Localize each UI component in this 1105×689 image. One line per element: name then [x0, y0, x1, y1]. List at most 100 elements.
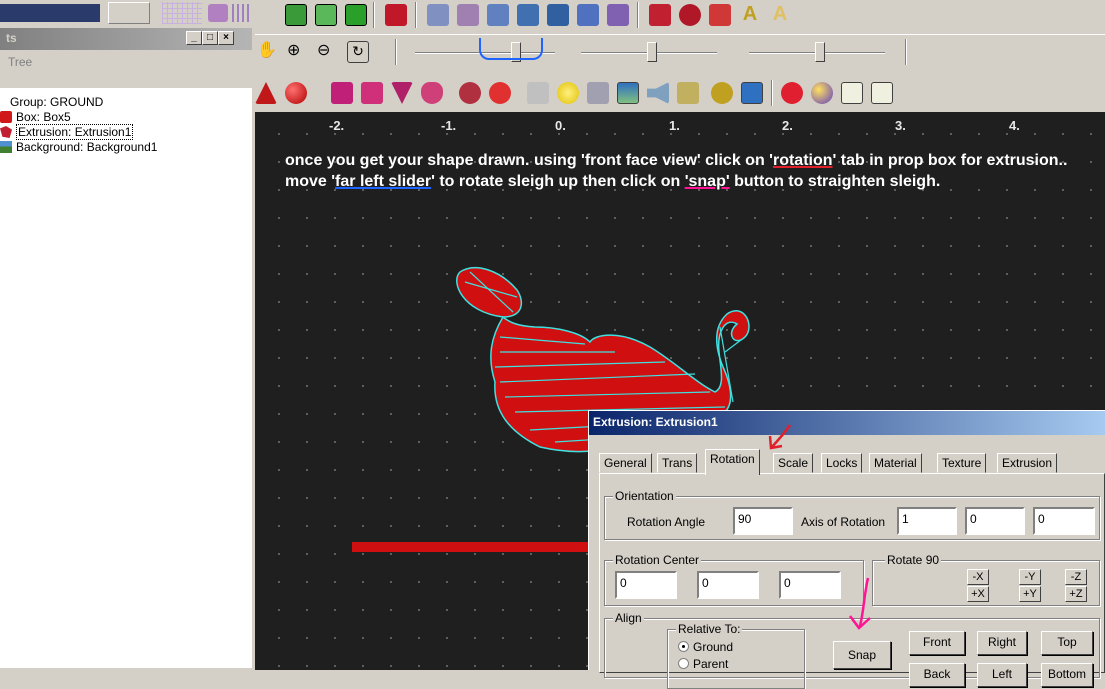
zoom-out-icon[interactable]: ⊖ — [317, 41, 339, 63]
script-icon[interactable] — [741, 82, 763, 104]
minimize-button[interactable]: _ — [186, 31, 202, 45]
front-view-button[interactable]: Front — [909, 631, 965, 655]
bottom-view-button[interactable]: Bottom — [1041, 663, 1093, 687]
tool-icon-9[interactable] — [679, 4, 701, 26]
toolbar-row-2: ✋ ⊕ ⊖ ↻ — [255, 34, 1105, 72]
text-icon[interactable]: A — [739, 4, 761, 26]
align-group: Align Relative To: Ground Parent Snap Fr… — [604, 611, 1100, 689]
rotate-minus-x-button[interactable]: -X — [967, 569, 989, 585]
pyramid-icon[interactable] — [391, 82, 413, 104]
rotate-plus-z-button[interactable]: +Z — [1065, 586, 1087, 602]
snap-button[interactable]: Snap — [833, 641, 891, 669]
cone-icon[interactable] — [255, 82, 277, 104]
rotate-minus-y-button[interactable]: -Y — [1019, 569, 1041, 585]
globe-icon[interactable] — [811, 82, 833, 104]
tab-rotation[interactable]: Rotation — [705, 449, 760, 475]
sphere-icon[interactable] — [285, 82, 307, 104]
top-view-button[interactable]: Top — [1041, 631, 1093, 655]
rotation-center-label: Rotation Center — [613, 553, 702, 567]
tool-icon-2[interactable] — [457, 4, 479, 26]
blue-annotation-bracket — [479, 38, 543, 60]
cube-icon[interactable] — [871, 82, 893, 104]
flask-icon[interactable] — [421, 82, 443, 104]
tool-icon-6[interactable] — [577, 4, 599, 26]
panel-titlebar: ts _ □ × — [0, 28, 252, 50]
tree-item-label: Group: GROUND — [10, 95, 104, 109]
grid-icon-2[interactable] — [232, 4, 252, 22]
camera-icon[interactable] — [587, 82, 609, 104]
add-object-icon[interactable] — [285, 4, 307, 26]
right-view-button[interactable]: Right — [977, 631, 1027, 655]
center-x-field[interactable]: 0 — [615, 571, 677, 599]
axis-y-field[interactable]: 0 — [965, 507, 1025, 535]
slider-2-thumb[interactable] — [647, 42, 657, 62]
tool-icon-5[interactable] — [547, 4, 569, 26]
spiral-icon[interactable] — [781, 82, 803, 104]
box-shape-2-icon[interactable] — [361, 82, 383, 104]
tab-locks[interactable]: Locks — [821, 453, 863, 473]
rotate-plus-y-button[interactable]: +Y — [1019, 586, 1041, 602]
rotation-angle-field[interactable]: 90 — [733, 507, 793, 535]
add-child-icon[interactable] — [315, 4, 337, 26]
tab-scale[interactable]: Scale — [773, 453, 814, 473]
light-bulb-icon[interactable] — [557, 82, 579, 104]
tool-icon-3[interactable] — [487, 4, 509, 26]
object-icon[interactable] — [385, 4, 407, 26]
tool-icon-1[interactable] — [427, 4, 449, 26]
tree-item-extrusion[interactable]: Extrusion: Extrusion1 — [0, 124, 134, 140]
tool-icon-10[interactable] — [709, 4, 731, 26]
tool-icon-4[interactable] — [517, 4, 539, 26]
radio-ground[interactable]: Ground — [678, 640, 733, 654]
center-y-field[interactable]: 0 — [697, 571, 759, 599]
extrusion-icon — [0, 126, 12, 138]
axis-x-field[interactable]: 1 — [897, 507, 957, 535]
maximize-button[interactable]: □ — [202, 31, 218, 45]
disabled-icon[interactable] — [527, 82, 549, 104]
toolbar-button[interactable] — [108, 2, 150, 24]
close-button[interactable]: × — [218, 31, 234, 45]
pan-hand-icon[interactable]: ✋ — [257, 41, 279, 63]
center-z-field[interactable]: 0 — [779, 571, 841, 599]
tree-item-group[interactable]: Group: GROUND — [10, 95, 103, 109]
left-view-button[interactable]: Left — [977, 663, 1027, 687]
rotate-plus-x-button[interactable]: +X — [967, 586, 989, 602]
rotation-tab-panel: Orientation Rotation Angle 90 Axis of Ro… — [599, 473, 1105, 689]
radio-ground-indicator[interactable] — [678, 641, 689, 652]
ground-box — [352, 542, 602, 552]
tab-general[interactable]: General — [599, 453, 652, 473]
tool-icon-8[interactable] — [649, 4, 671, 26]
align-label: Align — [613, 611, 644, 625]
tab-tree[interactable]: Tree — [8, 55, 32, 69]
tree-item-box[interactable]: Box: Box5 — [0, 110, 71, 124]
box-shape-icon[interactable] — [331, 82, 353, 104]
terrain-icon[interactable] — [677, 82, 699, 104]
orientation-group: Orientation Rotation Angle 90 Axis of Ro… — [604, 489, 1100, 540]
radio-parent[interactable]: Parent — [678, 657, 728, 671]
image-icon[interactable] — [617, 82, 639, 104]
back-view-button[interactable]: Back — [909, 663, 965, 687]
extrusion-property-dialog: Extrusion: Extrusion1 Orientation Rotati… — [588, 410, 1105, 689]
wheel-icon[interactable] — [711, 82, 733, 104]
shapes-icon[interactable] — [208, 4, 228, 22]
snowflake-icon[interactable] — [841, 82, 863, 104]
axis-z-field[interactable]: 0 — [1033, 507, 1095, 535]
sound-icon[interactable] — [647, 82, 669, 104]
tab-material[interactable]: Material — [869, 453, 922, 473]
tab-extrusion[interactable]: Extrusion — [997, 453, 1058, 473]
slider-3-thumb[interactable] — [815, 42, 825, 62]
tool-icon-7[interactable] — [607, 4, 629, 26]
add-group-icon[interactable] — [345, 4, 367, 26]
boolean-2-icon[interactable] — [489, 82, 511, 104]
refresh-icon[interactable]: ↻ — [347, 41, 369, 63]
tree-item-background[interactable]: Background: Background1 — [0, 140, 157, 154]
rotate-minus-z-button[interactable]: -Z — [1065, 569, 1087, 585]
tab-trans[interactable]: Trans — [657, 453, 698, 473]
zoom-in-icon[interactable]: ⊕ — [287, 41, 309, 63]
text-outline-icon[interactable]: A — [769, 4, 791, 26]
grid-icon[interactable] — [162, 2, 202, 24]
radio-parent-indicator[interactable] — [678, 658, 689, 669]
rotation-center-group: Rotation Center 0 0 0 — [604, 553, 864, 606]
tree-item-label: Background: Background1 — [16, 140, 158, 154]
tab-texture[interactable]: Texture — [937, 453, 987, 473]
boolean-icon[interactable] — [459, 82, 481, 104]
